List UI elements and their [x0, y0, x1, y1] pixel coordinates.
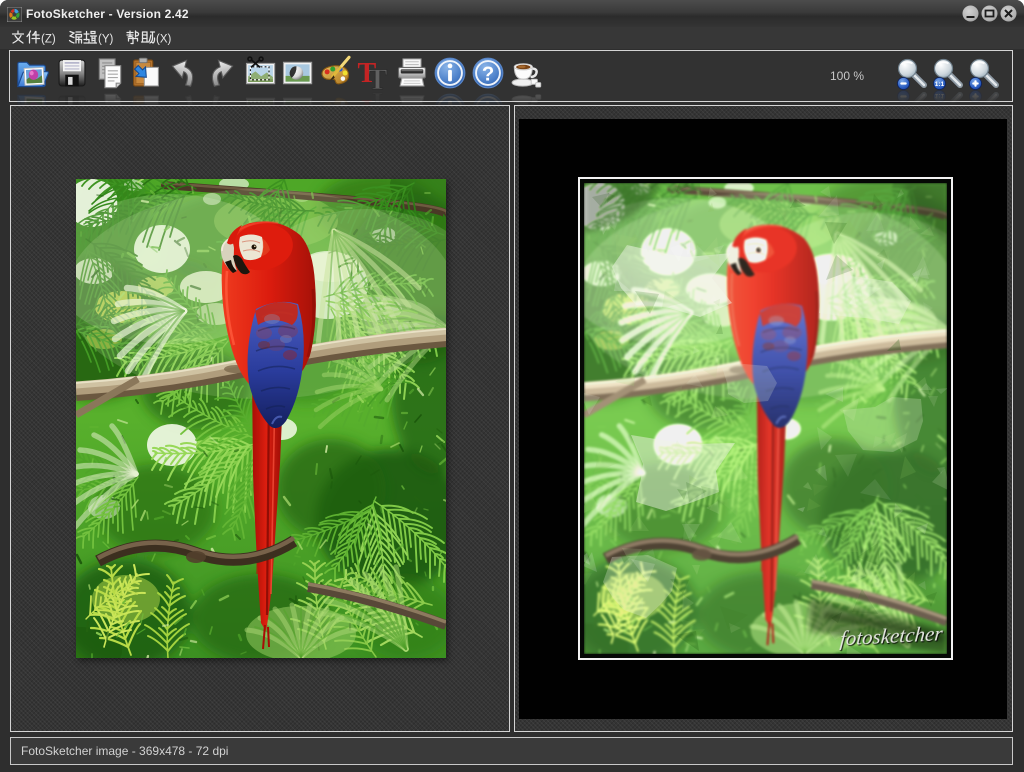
svg-text:(Z): (Z)	[41, 34, 56, 46]
svg-text:(X): (X)	[156, 34, 172, 46]
svg-text:(Y): (Y)	[98, 34, 114, 46]
svg-text:1:1: 1:1	[935, 81, 945, 88]
svg-text:T: T	[357, 58, 376, 89]
svg-text:?: ?	[482, 63, 494, 85]
